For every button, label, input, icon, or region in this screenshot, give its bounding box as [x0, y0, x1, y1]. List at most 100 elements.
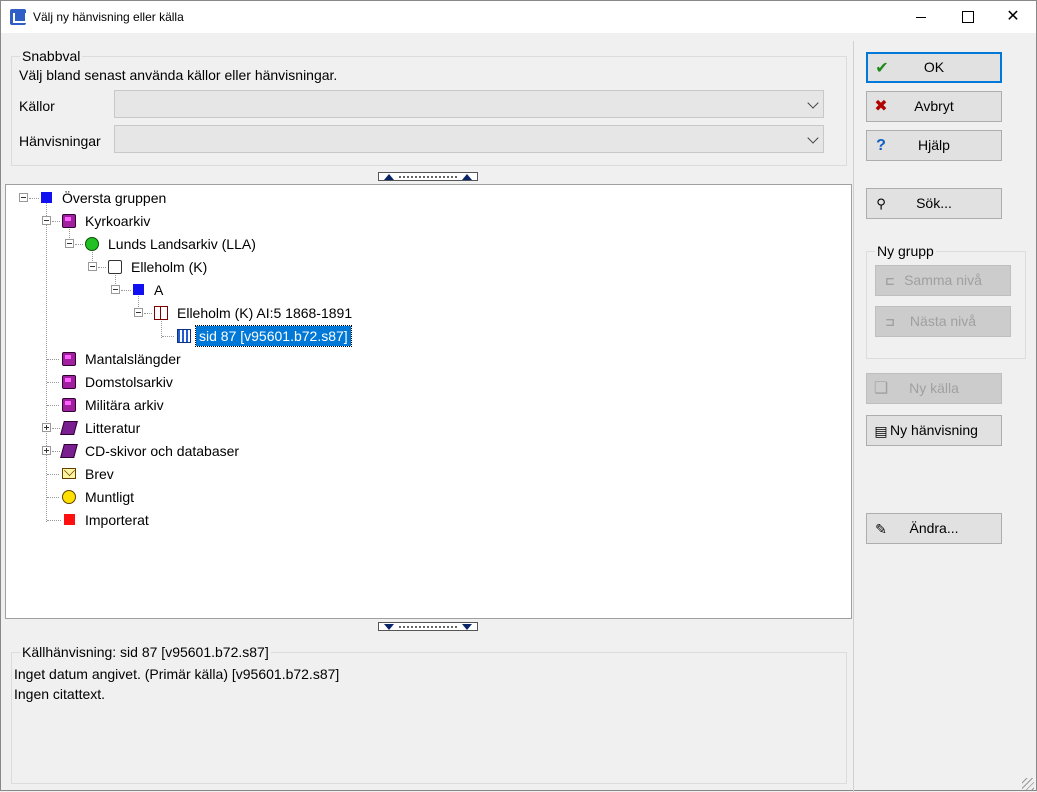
andra-label: Ändra... [909, 520, 959, 536]
tree-node-militara-arkiv[interactable]: Militära arkiv [6, 395, 406, 415]
arrow-down-icon [462, 624, 472, 630]
expand-icon[interactable] [42, 446, 51, 455]
chevron-down-icon [807, 97, 819, 109]
samma-niva-label: Samma nivå [904, 272, 982, 288]
window-title: Välj ny hänvisning eller källa [33, 10, 184, 24]
hanvisningar-combobox[interactable] [114, 125, 824, 153]
tree-node-mantalslangder[interactable]: Mantalslängder [6, 349, 406, 369]
tree-node-label: Importerat [85, 512, 149, 528]
tree-node-label: Muntligt [85, 489, 135, 505]
face-icon [62, 490, 76, 504]
collapse-icon[interactable] [42, 216, 51, 225]
tree-line [52, 451, 60, 452]
collapse-icon[interactable] [19, 193, 28, 202]
collapse-icon[interactable] [88, 262, 97, 271]
tree-node-label: Elleholm (K) AI:5 1868-1891 [177, 305, 353, 321]
ny-kalla-button[interactable]: ❏ Ny källa [866, 373, 1002, 404]
avbryt-label: Avbryt [914, 98, 954, 114]
hjalp-button[interactable]: ? Hjälp [866, 130, 1002, 161]
tree-node-muntligt[interactable]: Muntligt [6, 487, 406, 507]
tree-line [47, 497, 59, 498]
archive-icon [62, 375, 76, 389]
arrow-up-icon [384, 174, 394, 180]
archive-icon [62, 214, 76, 228]
kallor-combobox[interactable] [114, 90, 824, 118]
samma-niva-button[interactable]: ⊏ Samma nivå [875, 265, 1011, 296]
archive-icon [62, 398, 76, 412]
tree-node-cd-skivor[interactable]: CD-skivor och databaser [6, 441, 406, 461]
source-tree[interactable]: Översta gruppen Kyrkoarkiv Lunds Landsar… [5, 184, 852, 619]
tree-line [52, 221, 60, 222]
same-level-icon: ⊏ [884, 274, 896, 288]
tree-line [29, 198, 39, 199]
collapse-icon[interactable] [65, 239, 74, 248]
next-level-icon: ⊐ [884, 315, 896, 329]
resize-grip[interactable] [1022, 778, 1034, 790]
ny-grupp-group: Ny grupp [866, 243, 1026, 359]
tree-node-label: Elleholm (K) [131, 259, 208, 275]
right-pane: ✔ OK ✖ Avbryt ? Hjälp ⚲ Sök... Ny grupp … [853, 41, 1036, 792]
arrow-up-icon [462, 174, 472, 180]
minimize-button[interactable] [898, 1, 944, 32]
top-splitter-handle[interactable] [378, 172, 478, 181]
tree-node-label: Översta gruppen [62, 190, 167, 206]
ny-hanvisning-button[interactable]: ▤ Ny hänvisning [866, 415, 1002, 446]
tree-line [47, 382, 59, 383]
tree-line [47, 405, 59, 406]
tree-node-domstolsarkiv[interactable]: Domstolsarkiv [6, 372, 406, 392]
tree-node-label: Kyrkoarkiv [85, 213, 151, 229]
expand-icon[interactable] [42, 423, 51, 432]
tree-node-sid-87[interactable]: sid 87 [v95601.b72.s87] [6, 325, 406, 347]
tree-node-label: CD-skivor och databaser [85, 443, 240, 459]
edit-icon: ✎ [875, 521, 887, 537]
tree-node-importerat[interactable]: Importerat [6, 510, 406, 530]
tree-node-oversta-gruppen[interactable]: Översta gruppen [6, 188, 406, 208]
grip-dots [399, 626, 457, 628]
tree-line [52, 428, 60, 429]
tree-node-litteratur[interactable]: Litteratur [6, 418, 406, 438]
envelope-icon [62, 468, 76, 479]
avbryt-button[interactable]: ✖ Avbryt [866, 91, 1002, 122]
kallhanvisning-legend: Källhänvisning: sid 87 [v95601.b72.s87] [22, 644, 269, 660]
book-icon [60, 421, 78, 435]
nasta-niva-button[interactable]: ⊐ Nästa nivå [875, 306, 1011, 337]
tree-node-brev[interactable]: Brev [6, 464, 406, 484]
tree-node-label: Militära arkiv [85, 397, 164, 413]
new-source-icon: ❏ [873, 380, 889, 397]
collapse-icon[interactable] [134, 308, 143, 317]
nasta-niva-label: Nästa nivå [909, 313, 977, 329]
tree-line [144, 313, 152, 314]
tree-node-label: A [154, 282, 164, 298]
info-line-2: Ingen citattext. [14, 686, 106, 702]
grip-dots [399, 176, 457, 178]
close-button[interactable]: ✕ [990, 1, 1036, 32]
red-square-icon [64, 514, 75, 525]
chevron-down-icon [807, 132, 819, 144]
kallor-label: Källor [19, 98, 55, 114]
archive-icon [62, 352, 76, 366]
tree-node-lunds-landsarkiv[interactable]: Lunds Landsarkiv (LLA) [6, 234, 406, 254]
tree-node-kyrkoarkiv[interactable]: Kyrkoarkiv [6, 211, 406, 231]
tree-line [75, 244, 83, 245]
tree-node-label: Lunds Landsarkiv (LLA) [108, 236, 256, 252]
document-icon: ▤ [874, 423, 888, 439]
ny-grupp-legend: Ny grupp [877, 243, 934, 259]
tree-node-elleholm-ai5[interactable]: Elleholm (K) AI:5 1868-1891 [6, 303, 406, 323]
sok-label: Sök... [916, 195, 952, 211]
tree-node-a[interactable]: A [6, 280, 406, 300]
bottom-splitter-handle[interactable] [378, 622, 478, 631]
tree-line [47, 520, 61, 521]
open-book-icon [154, 306, 168, 320]
page-icon [177, 329, 191, 343]
tree-node-label: Mantalslängder [85, 351, 181, 367]
ok-label: OK [923, 59, 945, 75]
hanvisningar-label: Hänvisningar [19, 133, 101, 149]
arrow-down-icon [384, 624, 394, 630]
globe-icon [85, 237, 99, 251]
maximize-button[interactable] [944, 1, 990, 32]
andra-button[interactable]: ✎ Ändra... [866, 513, 1002, 544]
sok-button[interactable]: ⚲ Sök... [866, 188, 1002, 219]
collapse-icon[interactable] [111, 285, 120, 294]
tree-node-elleholm[interactable]: Elleholm (K) [6, 257, 406, 277]
ok-button[interactable]: ✔ OK [866, 52, 1002, 83]
